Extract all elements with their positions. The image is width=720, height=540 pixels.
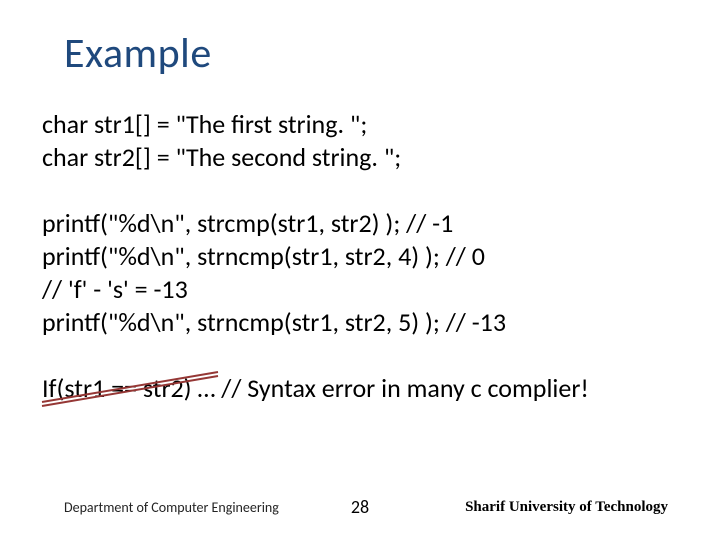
slide-body: char str1[] = "The first string. "; char… [42, 108, 690, 405]
code-line-2: char str2[] = "The second string. "; [42, 141, 690, 174]
footer-page-number: 28 [351, 496, 369, 518]
footer-department: Department of Computer Engineering [64, 499, 279, 516]
crossed-out-span: If(str1 == str2) [42, 372, 192, 405]
code-line-4: printf("%d\n", strncmp(str1, str2, 4) );… [42, 240, 690, 273]
if-rest-text: … // Syntax error in many c complier! [192, 372, 589, 404]
footer: Department of Computer Engineering 28 Sh… [0, 496, 720, 518]
code-line-3: printf("%d\n", strcmp(str1, str2) ); // … [42, 207, 690, 240]
slide-title: Example [64, 28, 212, 79]
blank-line-2 [42, 340, 690, 372]
code-line-1: char str1[] = "The first string. "; [42, 108, 690, 141]
code-line-if: If(str1 == str2) … // Syntax error in ma… [42, 372, 690, 405]
footer-university: Sharif University of Technology [465, 499, 668, 516]
blank-line [42, 175, 690, 207]
code-line-6: printf("%d\n", strncmp(str1, str2, 5) );… [42, 306, 690, 339]
slide: Example char str1[] = "The first string.… [0, 0, 720, 540]
if-condition-text: If(str1 == str2) [42, 372, 192, 404]
code-line-5: // 'f' - 's' = -13 [42, 273, 690, 306]
